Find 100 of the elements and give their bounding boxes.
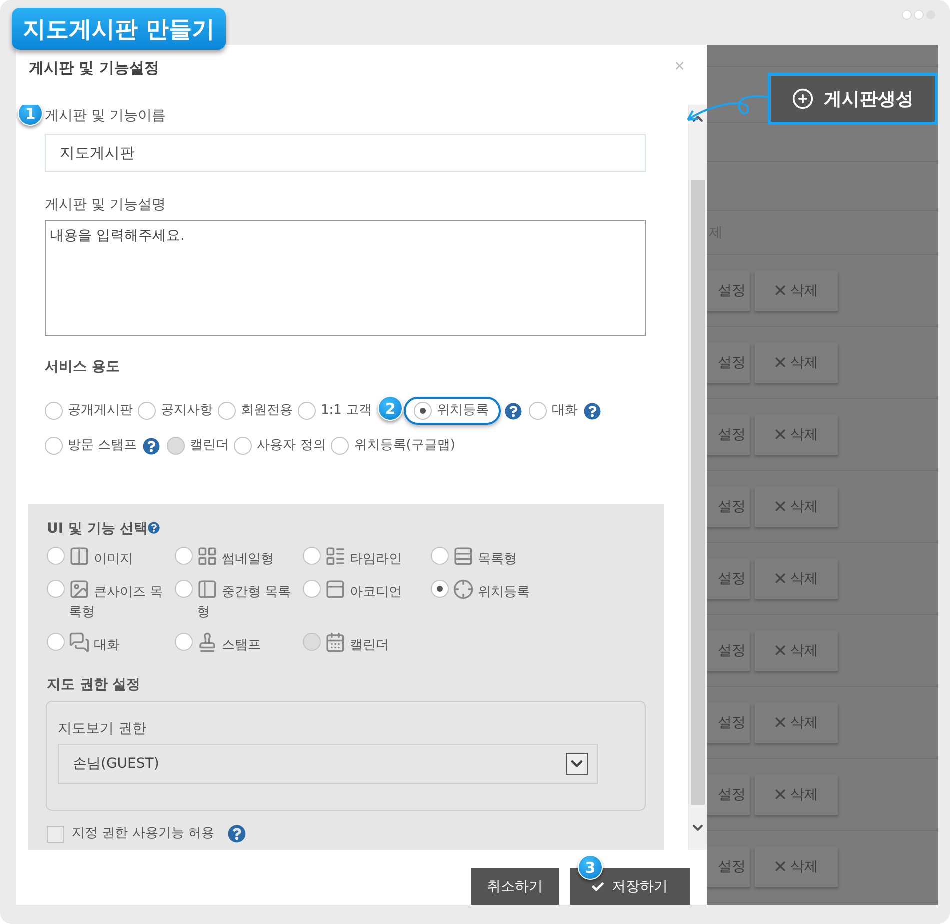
timeline-icon	[325, 546, 346, 567]
calendar-icon	[325, 632, 346, 653]
close-icon	[774, 501, 786, 512]
radio-button[interactable]	[234, 437, 252, 455]
option-label: 대화	[69, 632, 120, 656]
delete-button[interactable]: 삭제	[755, 342, 838, 382]
radio-button[interactable]	[331, 437, 350, 455]
step-badge: 2	[378, 396, 404, 421]
option-label: 1:1 고객	[321, 402, 372, 420]
option-label: 타임라인	[325, 546, 402, 570]
help-icon[interactable]	[505, 402, 522, 420]
checkbox-label: 지정 권한 사용기능 허용	[72, 825, 214, 843]
radio-button[interactable]	[431, 547, 449, 565]
settings-button[interactable]: 설정	[707, 558, 750, 598]
section-heading: 지도 권한 설정	[47, 676, 141, 694]
cancel-button[interactable]: 취소하기	[471, 868, 559, 905]
radio-button[interactable]	[298, 402, 316, 420]
section-heading: UI 및 기능 선택	[47, 520, 148, 538]
radio-button[interactable]	[45, 437, 63, 455]
radio-button[interactable]	[47, 633, 65, 651]
delete-button[interactable]: 삭제	[755, 414, 838, 454]
name-input[interactable]: 지도게시판	[45, 134, 646, 172]
delete-button[interactable]: 삭제	[755, 846, 838, 886]
radio-button[interactable]	[175, 633, 193, 651]
settings-button[interactable]: 설정	[707, 630, 750, 670]
radio-button[interactable]	[138, 402, 156, 420]
radio-button[interactable]	[47, 580, 65, 598]
description-input[interactable]: 내용을 입력해주세요.	[45, 220, 646, 336]
radio-button[interactable]	[45, 402, 63, 420]
close-icon	[774, 645, 786, 656]
radio-button[interactable]	[218, 402, 236, 420]
help-icon[interactable]	[584, 402, 602, 420]
plus-circle-icon	[792, 88, 814, 110]
close-icon	[774, 429, 786, 440]
delete-button[interactable]: 삭제	[755, 630, 838, 670]
check-icon	[592, 880, 604, 892]
settings-button[interactable]: 설정	[707, 270, 750, 310]
settings-button[interactable]: 설정	[707, 342, 750, 382]
close-icon	[774, 285, 786, 296]
settings-button[interactable]: 설정	[707, 846, 750, 886]
option-label: 아코디언	[325, 579, 402, 603]
settings-button[interactable]: 설정	[707, 702, 750, 742]
picture-icon	[69, 579, 90, 600]
field-label: 게시판 및 기능설명	[45, 196, 166, 214]
checkbox[interactable]	[47, 826, 64, 842]
close-icon	[774, 357, 786, 368]
page-title: 지도게시판 만들기	[12, 8, 226, 50]
field-label: 게시판 및 기능이름	[45, 107, 166, 125]
option-label: 사용자 정의	[257, 437, 326, 455]
panel-list-icon	[197, 579, 218, 600]
radio-button[interactable]	[47, 547, 65, 565]
delete-button[interactable]: 삭제	[755, 774, 838, 814]
stamp-icon	[197, 632, 218, 653]
delete-button[interactable]: 삭제	[755, 558, 838, 598]
close-icon	[774, 573, 786, 584]
option-label: 스탬프	[197, 632, 261, 656]
scrollbar[interactable]	[688, 105, 707, 850]
permission-select[interactable]: 손님(GUEST)	[58, 744, 598, 784]
delete-button[interactable]: 삭제	[755, 486, 838, 526]
option-label: 위치등록	[437, 402, 490, 420]
step-badge: 1	[18, 105, 43, 126]
radio-button[interactable]	[529, 402, 548, 420]
help-icon[interactable]	[148, 522, 160, 534]
settings-button[interactable]: 설정	[707, 414, 750, 454]
option-label: 방문 스탬프	[68, 437, 138, 455]
delete-button[interactable]: 삭제	[755, 702, 838, 742]
step-badge: 3	[578, 855, 603, 880]
crosshair-icon	[453, 579, 474, 600]
option-label: 공지사항	[161, 402, 213, 420]
radio-button[interactable]	[175, 547, 193, 565]
option-label: 위치등록	[453, 579, 530, 603]
close-icon	[774, 861, 786, 872]
option-label: 위치등록(구글맵)	[354, 437, 456, 455]
option-label: 목록형	[453, 546, 517, 570]
radio-button[interactable]	[431, 580, 449, 598]
help-icon[interactable]	[228, 825, 246, 843]
accordion-icon	[325, 579, 346, 600]
field-label: 지도보기 권한	[58, 720, 146, 738]
window-dots-icon	[902, 9, 938, 21]
settings-button[interactable]: 설정	[707, 486, 750, 526]
settings-button[interactable]: 설정	[707, 774, 750, 814]
help-icon[interactable]	[143, 438, 160, 454]
chat-bubbles-icon	[69, 632, 90, 653]
highlighted-option[interactable]: 위치등록	[404, 397, 502, 425]
grid-icon	[197, 546, 218, 567]
dropdown-icon	[566, 753, 588, 775]
option-label: 이미지	[69, 546, 133, 570]
list-icon	[453, 546, 474, 567]
radio-button[interactable]	[414, 402, 432, 420]
radio-button[interactable]	[303, 547, 321, 565]
two-column-icon	[69, 546, 90, 567]
radio-button[interactable]	[175, 580, 193, 598]
scrollbar-thumb[interactable]	[691, 180, 705, 805]
delete-button[interactable]: 삭제	[755, 270, 838, 310]
create-board-button[interactable]: 게시판생성	[768, 73, 938, 125]
close-button[interactable]: ×	[674, 59, 685, 73]
option-label: 공개게시판	[68, 402, 133, 420]
radio-button[interactable]	[303, 580, 321, 598]
close-icon	[774, 717, 786, 728]
dialog-title: 게시판 및 기능설정	[29, 59, 160, 78]
